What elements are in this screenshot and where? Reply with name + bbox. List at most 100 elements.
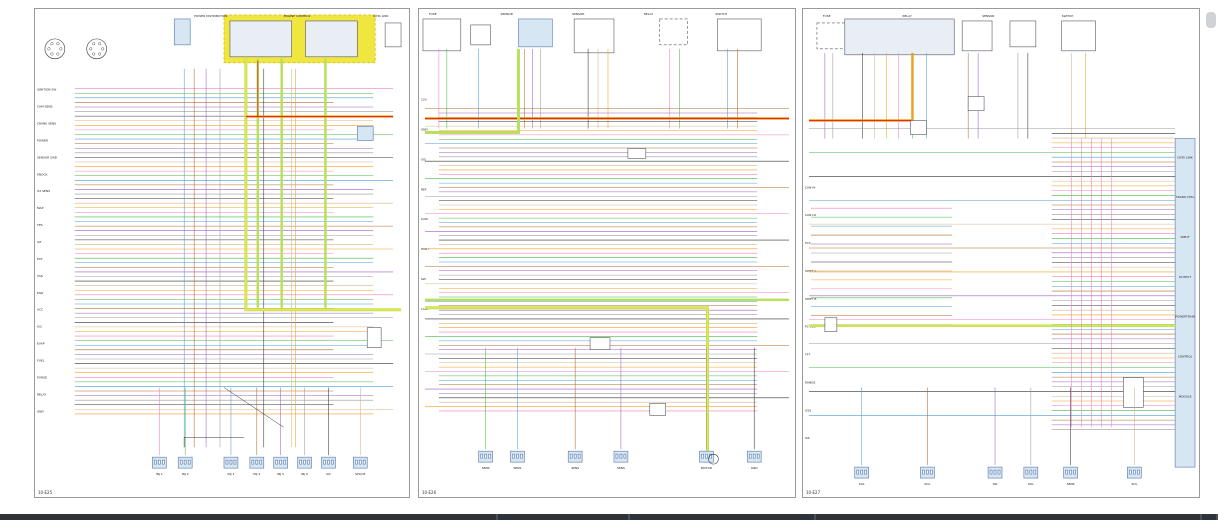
page-code: 10-E27	[806, 490, 821, 495]
scrollbar-thumb[interactable]	[1206, 12, 1216, 28]
connector-pin	[623, 453, 627, 459]
splice-pack	[1123, 377, 1144, 408]
connector-pin	[752, 453, 756, 459]
splice	[910, 120, 927, 135]
fuse-block	[173, 18, 191, 46]
connector-pin	[926, 469, 929, 475]
circuit-label: GND	[421, 128, 429, 132]
module-pin-label: MODULE	[1179, 394, 1192, 398]
connector-pin	[307, 459, 310, 465]
switch-symbol	[649, 403, 666, 416]
connector-pin	[930, 469, 933, 475]
connector-pin	[251, 459, 255, 465]
relay-box	[305, 20, 358, 58]
connector-label: IAC	[326, 472, 331, 476]
toolbar-segment	[816, 514, 1202, 520]
connector-pin	[187, 459, 191, 465]
connector-label: MOTOR	[701, 466, 712, 470]
circuit-label: ACC	[37, 308, 43, 312]
connector-label: SENS	[514, 466, 522, 470]
sensor-symbol	[967, 96, 985, 111]
connector-pin	[705, 453, 708, 459]
circuit-label: EVAP	[37, 342, 45, 346]
circuit-label: OSS	[805, 408, 811, 412]
connector-pin	[1029, 469, 1033, 475]
connector-pin	[488, 453, 491, 459]
connector-pin	[1033, 469, 1037, 475]
relay-box	[229, 20, 292, 58]
connector-pin	[1073, 469, 1076, 475]
component-label: FUSE	[823, 14, 831, 18]
circuit-label: CAN LO	[805, 213, 817, 217]
circuit-label: MAP	[37, 206, 44, 210]
terminal	[98, 52, 102, 56]
terminal	[47, 47, 51, 51]
terminal	[56, 52, 60, 56]
component-label: DATA LINK	[373, 14, 389, 18]
connector-label: SW	[993, 482, 998, 486]
connector-pin	[327, 459, 330, 465]
connector-pin	[331, 459, 334, 465]
connector-pin	[358, 459, 362, 465]
connector-pin	[162, 459, 165, 465]
connector-label: INJ 1	[156, 472, 163, 476]
connector-pin	[856, 469, 860, 475]
connector-pin	[922, 469, 925, 475]
switch-symbol	[824, 317, 838, 332]
fuse-holder	[422, 18, 462, 52]
control-module	[1174, 138, 1196, 468]
relay-box	[659, 18, 688, 46]
connector-label: INJ 5	[277, 472, 284, 476]
connector-label: GND	[751, 466, 759, 470]
connector-pin	[158, 459, 161, 465]
diagram-canvas-1: POWER DISTRIBUTION ENGINE CONTROL DATA LIN…	[36, 14, 402, 476]
connector-pin	[275, 459, 279, 465]
connector-label: INJ 2	[182, 472, 189, 476]
terminal	[89, 47, 93, 51]
circuit-label: 12V	[421, 98, 427, 102]
component-label: SENSOR	[982, 14, 994, 18]
circuit-label: SIG	[421, 157, 427, 161]
connector-label: INJ 3	[228, 472, 235, 476]
connector-pin	[225, 459, 229, 465]
toolbar-segment	[1202, 514, 1218, 520]
module-pin-label: TRANS CTRL	[1175, 195, 1195, 199]
switch-box	[717, 18, 762, 52]
switch-box	[1061, 20, 1096, 52]
component-label: SWITCH	[715, 12, 727, 16]
circuit-label: VSS	[37, 274, 43, 278]
splice	[589, 337, 611, 350]
connector-label: SOL	[924, 482, 930, 486]
connector-pin	[154, 459, 157, 465]
component-label: FUSE	[429, 12, 437, 16]
terminal	[101, 47, 105, 51]
circuit-label: A/C	[37, 325, 42, 329]
module-pin-label: POWERTRAIN	[1175, 315, 1195, 319]
connector-label: SOL	[1131, 482, 1137, 486]
toolbar-segment	[630, 514, 816, 520]
connector-pin	[259, 459, 263, 465]
circuit-label: SHIFT B	[805, 297, 816, 301]
module-pin-label: INPUT	[1181, 235, 1190, 239]
connector-pin	[1137, 469, 1140, 475]
connector-pin	[573, 453, 577, 459]
connector-pin	[516, 453, 519, 459]
connector-label: SENS	[482, 466, 490, 470]
terminal	[50, 42, 54, 46]
circuit-label: POWER	[37, 138, 48, 142]
connector-pin	[299, 459, 302, 465]
wiring-diagram-page-3: FUSE RELAY SENSOR SWITCH DATA LINK TRANS CTRL…	[802, 8, 1200, 498]
wiring-diagram-page-2: FUSE SENSOR SENSOR RELAY SWITCH 12V GND SIG REF L…	[418, 8, 796, 498]
connector-pin	[480, 453, 483, 459]
connector-pin	[303, 459, 306, 465]
connector-pin	[997, 469, 1001, 475]
connector-pin	[512, 453, 515, 459]
ground-bus	[183, 436, 244, 448]
connector-pin	[1069, 469, 1072, 475]
circuit-label: CRANK SENS	[37, 122, 56, 126]
connector-pin	[233, 459, 237, 465]
splice-line	[223, 387, 284, 428]
highlighted-circuit-core	[424, 307, 709, 458]
diagram-canvas-2: FUSE SENSOR SENSOR RELAY SWITCH 12V GND SIG REF L…	[421, 12, 790, 470]
circuit-label: LOW	[421, 217, 428, 221]
